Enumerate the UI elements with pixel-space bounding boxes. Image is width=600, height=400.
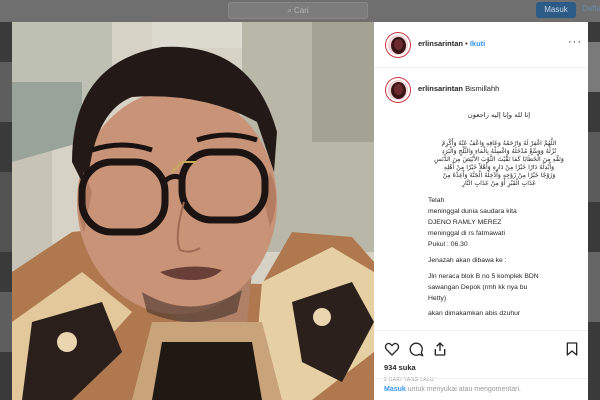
caption-text-line: Jenazah akan dibawa ke : <box>428 257 507 264</box>
post-caption: erlinsarintan Bismillahh إنا لله وإنا إل… <box>374 68 588 330</box>
background-thumbnail <box>588 42 600 92</box>
comment-icon[interactable] <box>408 341 424 357</box>
login-link[interactable]: Masuk <box>384 386 406 393</box>
caption-arabic-line: عَذَابِ الْقَبْرِ أَوْ مِنْ عَذَابِ النَ… <box>462 180 536 187</box>
post-header-user: erlinsarintan • Ikuti <box>418 39 485 48</box>
share-icon[interactable] <box>432 341 448 357</box>
post-side-panel: erlinsarintan • Ikuti ··· erlinsarintan … <box>374 22 588 400</box>
caption-first-line: erlinsarintan Bismillahh <box>418 84 499 93</box>
background-thumbnail <box>0 172 12 252</box>
more-icon[interactable]: ··· <box>568 36 582 48</box>
caption-text-line: Hetty) <box>428 295 447 302</box>
avatar-face <box>394 39 403 50</box>
caption-username[interactable]: erlinsarintan <box>418 84 463 93</box>
background-search-input[interactable]: ⌕ Cari <box>228 2 368 19</box>
follow-button[interactable]: Ikuti <box>470 39 485 48</box>
caption-arabic-title: إنا لله وإنا إليه راجعون <box>467 111 531 119</box>
background-thumbnail <box>0 62 12 122</box>
caption-avatar[interactable] <box>386 78 410 102</box>
bookmark-icon[interactable] <box>564 341 580 357</box>
caption-text-line: meninggal di rs fatmawati <box>428 230 506 237</box>
login-prompt-text: untuk menyukai atau mengomentari. <box>405 386 521 393</box>
background-thumbnail <box>0 292 12 352</box>
post-photo <box>12 22 374 400</box>
caption-text-line: DJENO RAMLY MEREZ <box>428 219 502 226</box>
background-signup-link[interactable]: Daftar <box>582 4 600 13</box>
login-prompt: Masuk untuk menyukai atau mengomentari. <box>374 378 588 400</box>
background-left-edge <box>0 22 12 400</box>
post-header: erlinsarintan • Ikuti ··· <box>374 22 588 68</box>
caption-text-line: Telah <box>428 197 445 204</box>
separator-dot: • <box>465 39 468 48</box>
caption-text-line: Pukul : 06.30 <box>428 241 468 248</box>
background-right-edge <box>588 22 600 400</box>
post-photo-image <box>12 22 374 400</box>
likes-count[interactable]: 934 suka <box>384 363 416 372</box>
avatar[interactable] <box>386 33 410 57</box>
caption-text-line: meninggal dunia saudara kita <box>428 208 517 215</box>
caption-text-line: Jln neraca blok B no 5 komplek BDN <box>428 273 539 280</box>
background-login-button[interactable]: Masuk <box>536 2 576 18</box>
caption-first-text: Bismillahh <box>465 84 500 93</box>
caption-text-line: sawangan Depok (rmh kk nya bu <box>428 284 528 291</box>
caption-text-line: akan dimakamkan abis dzuhur <box>428 310 521 317</box>
background-thumbnail <box>588 252 600 322</box>
post-username[interactable]: erlinsarintan <box>418 39 463 48</box>
background-thumbnail <box>588 132 600 202</box>
heart-icon[interactable] <box>384 341 400 357</box>
avatar-face <box>394 84 403 95</box>
